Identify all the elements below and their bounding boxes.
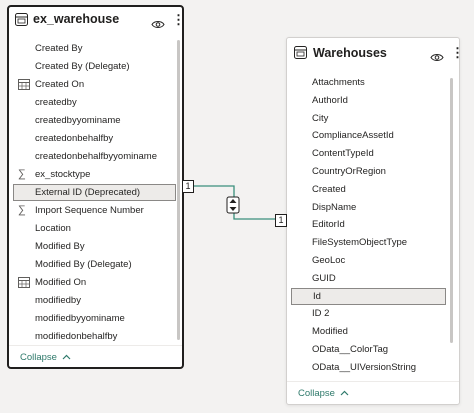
field-row[interactable]: GUID <box>291 270 446 287</box>
collapse-label: Collapse <box>298 388 335 399</box>
field-row[interactable]: OData__ColorTag <box>291 341 446 358</box>
field-row[interactable]: AuthorId <box>291 92 446 109</box>
field-row[interactable]: FileSystemObjectType <box>291 234 446 251</box>
cardinality-badge-from: 1 <box>182 180 194 193</box>
cardinality-badge-to: 1 <box>275 214 287 227</box>
field-label: OData__ColorTag <box>312 344 389 355</box>
field-label: Created By <box>35 43 83 54</box>
field-label: createdonbehalfby <box>35 133 114 144</box>
relationship-filter-icon[interactable] <box>226 196 240 219</box>
field-row[interactable]: City <box>291 110 446 127</box>
scrollbar[interactable] <box>450 78 453 343</box>
field-row[interactable]: createdonbehalfby <box>13 130 176 147</box>
field-row[interactable]: EditorId <box>291 216 446 233</box>
field-label: Import Sequence Number <box>35 205 144 216</box>
field-label: modifiedonbehalfby <box>35 331 118 342</box>
field-label: FileSystemObjectType <box>312 237 408 249</box>
field-label: External ID (Deprecated) <box>35 187 141 198</box>
field-label: GeoLoc <box>312 255 346 266</box>
field-row[interactable]: Attachments <box>291 74 446 91</box>
field-row[interactable]: createdbyyominame <box>13 112 176 129</box>
field-label: Modified By (Delegate) <box>35 259 132 270</box>
field-label: CountryOrRegion <box>312 166 386 177</box>
field-row[interactable]: ComplianceAssetId <box>291 127 446 144</box>
table-card-warehouses[interactable]: Warehouses ⋮ Attachments AuthorId City Comp… <box>286 37 464 405</box>
field-row[interactable]: ∑ Import Sequence Number <box>13 202 176 219</box>
field-label: ex_stocktype <box>35 169 91 180</box>
calendar-icon <box>18 276 30 288</box>
field-label: modifiedby <box>35 295 81 306</box>
field-label: Modified <box>312 326 348 338</box>
field-row[interactable]: Created On <box>13 76 176 93</box>
field-row[interactable]: Modified <box>291 323 446 340</box>
field-row[interactable]: modifiedonbehalfby <box>13 328 176 345</box>
field-row[interactable]: OData__UIVersionString <box>291 359 446 376</box>
field-label: ComplianceAssetId <box>312 130 394 142</box>
field-row[interactable]: Created <box>291 181 446 198</box>
field-label: ContentTypeId <box>312 148 374 160</box>
chevron-up-icon <box>340 390 349 396</box>
table-header[interactable]: ex_warehouse ⋮ <box>9 7 185 34</box>
field-row[interactable]: Modified By <box>13 238 176 255</box>
field-label: createdbyyominame <box>35 115 121 126</box>
field-row[interactable]: CountryOrRegion <box>291 163 446 180</box>
field-row[interactable]: modifiedbyyominame <box>13 310 176 327</box>
field-label: createdby <box>35 97 77 108</box>
field-label: ID 2 <box>312 308 330 320</box>
field-label: Created <box>312 183 346 195</box>
eye-icon[interactable] <box>430 49 444 67</box>
field-label: Id <box>313 290 321 302</box>
field-row[interactable]: GeoLoc <box>291 252 446 269</box>
field-label: OData__UIVersionString <box>312 361 417 373</box>
field-row[interactable]: createdonbehalfbyyominame <box>13 148 176 165</box>
table-title: Warehouses <box>313 46 387 60</box>
field-row[interactable]: Location <box>13 220 176 237</box>
field-label: GUID <box>312 272 336 284</box>
field-label: createdonbehalfbyyominame <box>35 151 157 162</box>
field-label: Modified By <box>35 241 85 252</box>
eye-icon[interactable] <box>151 16 165 34</box>
collapse-label: Collapse <box>20 352 57 363</box>
table-title: ex_warehouse <box>33 12 120 26</box>
table-header[interactable]: Warehouses ⋮ <box>287 38 464 67</box>
field-label: AuthorId <box>312 94 348 106</box>
field-row[interactable]: Modified On <box>13 274 176 291</box>
table-icon <box>294 46 307 64</box>
field-label: modifiedbyyominame <box>35 313 125 324</box>
sigma-icon: ∑ <box>18 204 26 216</box>
divider <box>287 381 459 382</box>
field-row[interactable]: ID 2 <box>291 305 446 322</box>
field-label: City <box>312 112 329 124</box>
field-row[interactable]: createdby <box>13 94 176 111</box>
chevron-up-icon <box>62 354 71 360</box>
field-row[interactable]: ContentTypeId <box>291 145 446 162</box>
more-options-icon[interactable]: ⋮ <box>172 13 185 26</box>
field-label: Attachments <box>312 77 365 88</box>
field-label: Created On <box>35 79 85 90</box>
calendar-icon <box>18 78 30 90</box>
field-row[interactable]: Created By <box>13 40 176 57</box>
field-row[interactable]: Modified By (Delegate) <box>13 256 176 273</box>
field-label: EditorId <box>312 219 345 231</box>
sigma-icon: ∑ <box>18 168 26 180</box>
field-row[interactable]: DispName <box>291 199 446 216</box>
field-label: Created By (Delegate) <box>35 61 130 72</box>
collapse-button[interactable]: Collapse <box>298 388 349 399</box>
field-row[interactable]: Id <box>291 287 446 305</box>
field-row[interactable]: ∑ ex_stocktype <box>13 166 176 183</box>
field-row[interactable]: Created By (Delegate) <box>13 58 176 75</box>
divider <box>9 345 182 346</box>
collapse-button[interactable]: Collapse <box>20 352 71 363</box>
table-card-ex-warehouse[interactable]: ex_warehouse ⋮ Created By Created By (Del… <box>7 5 185 369</box>
field-label: Modified On <box>35 277 87 288</box>
scrollbar[interactable] <box>177 40 180 340</box>
field-row[interactable]: External ID (Deprecated) <box>13 184 176 201</box>
field-row[interactable]: modifiedby <box>13 292 176 309</box>
more-options-icon[interactable]: ⋮ <box>451 46 464 59</box>
field-label: Location <box>35 223 71 234</box>
table-icon <box>15 13 28 31</box>
field-label: DispName <box>312 201 357 213</box>
